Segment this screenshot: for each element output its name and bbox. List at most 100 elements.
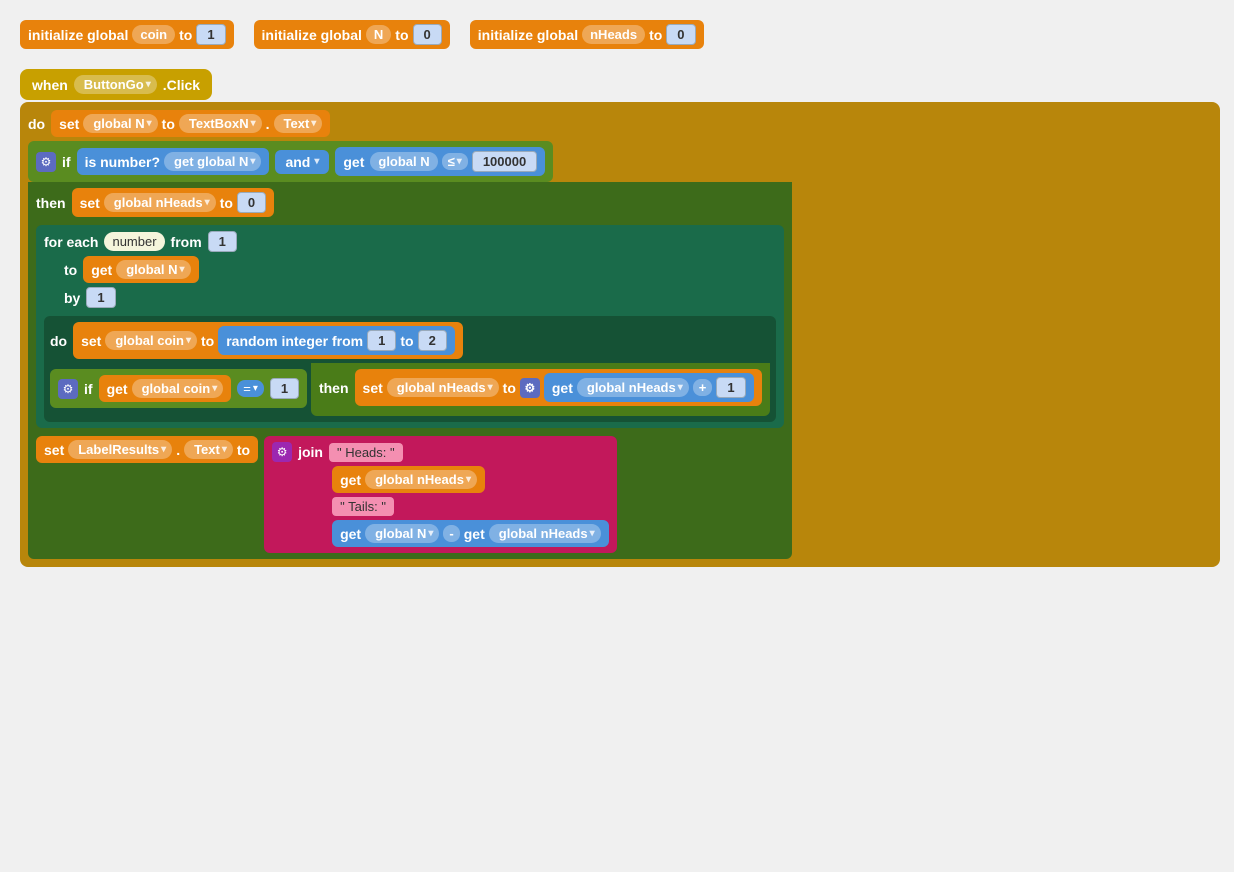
dot-label: . bbox=[266, 116, 270, 132]
get-n-label: get bbox=[91, 262, 112, 278]
to-coin: to bbox=[201, 333, 214, 349]
set-n-block[interactable]: set global N ▾ to TextBoxN ▾ . Text ▾ bbox=[51, 110, 330, 137]
number-var[interactable]: number bbox=[104, 232, 164, 251]
workspace: initialize global coin to 1 initialize g… bbox=[20, 20, 1220, 567]
str2-box[interactable]: " Tails: " bbox=[332, 497, 394, 516]
n-var[interactable]: N bbox=[366, 25, 391, 44]
global-coin-dd[interactable]: global coin ▾ bbox=[105, 331, 197, 350]
global-n-dropdown3[interactable]: global N ▾ bbox=[116, 260, 190, 279]
global-n-pill2[interactable]: global N bbox=[370, 152, 437, 171]
set-coin-row: do set global coin ▾ to random integer f… bbox=[50, 322, 770, 359]
random-from[interactable]: 1 bbox=[367, 330, 396, 351]
from-label: from bbox=[171, 234, 202, 250]
buttonGo-dropdown[interactable]: ButtonGo ▾ bbox=[74, 75, 157, 94]
text-prop-dropdown[interactable]: Text ▾ bbox=[274, 114, 323, 133]
set-nheads-plus-block[interactable]: set global nHeads ▾ to ⚙ get bbox=[355, 369, 762, 406]
comparison-block[interactable]: get global N ≤ ▾ 100000 bbox=[335, 147, 545, 176]
global-n-math-dd[interactable]: global N ▾ bbox=[365, 524, 439, 543]
n-minus-nheads-block[interactable]: get global N ▾ - get global nHeads ▾ bbox=[332, 520, 609, 547]
inner-if-row: ⚙ if get global coin ▾ = ▾ 1 bbox=[50, 369, 307, 408]
set-label-results-row: set LabelResults ▾ . Text ▾ to ⚙ bbox=[36, 436, 784, 553]
textboxn-dropdown[interactable]: TextBoxN ▾ bbox=[179, 114, 262, 133]
to-label: to bbox=[64, 262, 77, 278]
join-nheads-row: get global nHeads ▾ bbox=[332, 466, 485, 493]
set-nheads-prefix2: set bbox=[363, 380, 383, 396]
when-label: when bbox=[32, 77, 68, 93]
do-label: do bbox=[28, 116, 45, 132]
dot-label2: . bbox=[176, 442, 180, 458]
add-one[interactable]: 1 bbox=[716, 377, 745, 398]
gear-icon-if[interactable]: ⚙ bbox=[36, 152, 56, 172]
by-val[interactable]: 1 bbox=[86, 287, 115, 308]
do-label2: do bbox=[50, 333, 67, 349]
set-coin-block[interactable]: set global coin ▾ to random integer from… bbox=[73, 322, 463, 359]
nheads-plus-1[interactable]: get global nHeads ▾ + 1 bbox=[544, 373, 754, 402]
set-nheads-0[interactable]: set global nHeads ▾ to 0 bbox=[72, 188, 275, 217]
to-nheads2: to bbox=[503, 380, 516, 396]
random-to[interactable]: 2 bbox=[418, 330, 447, 351]
get-nheads-join-label: get bbox=[340, 472, 361, 488]
nheads-var[interactable]: nHeads bbox=[582, 25, 645, 44]
init-label-coin: initialize global bbox=[28, 27, 128, 43]
limit-value[interactable]: 100000 bbox=[472, 151, 537, 172]
global-nheads-dd3[interactable]: global nHeads ▾ bbox=[577, 378, 689, 397]
join-label: join bbox=[298, 444, 323, 460]
global-nheads-math-dd[interactable]: global nHeads ▾ bbox=[489, 524, 601, 543]
and-label: and bbox=[285, 154, 310, 170]
to-nheads: to bbox=[220, 195, 233, 211]
join-str2-row: " Tails: " bbox=[332, 497, 394, 516]
get-nheads-join[interactable]: get global nHeads ▾ bbox=[332, 466, 485, 493]
init-label-nheads: initialize global bbox=[478, 27, 578, 43]
then-container: then set global nHeads ▾ to 0 bbox=[28, 182, 792, 559]
gear-icon-join[interactable]: ⚙ bbox=[272, 442, 292, 462]
random-to-label: to bbox=[400, 333, 413, 349]
set-coin-prefix: set bbox=[81, 333, 101, 349]
global-n-dropdown[interactable]: global N ▾ bbox=[83, 114, 157, 133]
coin-value[interactable]: 1 bbox=[196, 24, 225, 45]
str1-box[interactable]: " Heads: " bbox=[329, 443, 403, 462]
get-n-label2: get bbox=[343, 154, 364, 170]
global-coin-dd2[interactable]: global coin ▾ bbox=[132, 379, 224, 398]
global-nheads-dd2[interactable]: global nHeads ▾ bbox=[387, 378, 499, 397]
set-label-prefix: set bbox=[44, 442, 64, 458]
label-results-dd[interactable]: LabelResults ▾ bbox=[68, 440, 172, 459]
inner-then-label: then bbox=[319, 380, 349, 396]
get-nheads-label: get bbox=[552, 380, 573, 396]
from-val[interactable]: 1 bbox=[208, 231, 237, 252]
random-int-block[interactable]: random integer from 1 to 2 bbox=[218, 326, 455, 355]
nheads-value[interactable]: 0 bbox=[666, 24, 695, 45]
get-global-n-block[interactable]: get global N ▾ bbox=[83, 256, 198, 283]
when-block[interactable]: when ButtonGo ▾ .Click bbox=[20, 69, 212, 100]
global-nheads-join-dd[interactable]: global nHeads ▾ bbox=[365, 470, 477, 489]
get-coin-block[interactable]: get global coin ▾ bbox=[99, 375, 232, 402]
global-nheads-dd[interactable]: global nHeads ▾ bbox=[104, 193, 216, 212]
get-coin-label: get bbox=[107, 381, 128, 397]
nheads-0-val[interactable]: 0 bbox=[237, 192, 266, 213]
eq-op[interactable]: = ▾ bbox=[237, 380, 264, 397]
text-prop-dd2[interactable]: Text ▾ bbox=[184, 440, 233, 459]
gear-icon-math[interactable]: ⚙ bbox=[520, 378, 540, 398]
outer-do-wrapper: do set global N ▾ to TextBoxN ▾ . Text ▾ bbox=[20, 102, 1220, 567]
lte-op[interactable]: ≤ ▾ bbox=[442, 153, 468, 170]
get-n-dropdown1[interactable]: get global N ▾ bbox=[164, 152, 261, 171]
plus-op: + bbox=[693, 379, 713, 396]
init-global-coin[interactable]: initialize global coin to 1 bbox=[20, 20, 234, 49]
for-each-container: for each number from 1 to get global N ▾ bbox=[36, 225, 784, 428]
coin-eq-val[interactable]: 1 bbox=[270, 378, 299, 399]
init-global-nheads[interactable]: initialize global nHeads to 0 bbox=[470, 20, 704, 49]
init-global-n[interactable]: initialize global N to 0 bbox=[254, 20, 450, 49]
gear-icon-if2[interactable]: ⚙ bbox=[58, 379, 78, 399]
if-condition-row: ⚙ if is number? get global N ▾ and ▾ bbox=[28, 141, 553, 182]
coin-var[interactable]: coin bbox=[132, 25, 175, 44]
inner-then-container: then set global nHeads ▾ to ⚙ ge bbox=[311, 363, 770, 416]
set-n-row: do set global N ▾ to TextBoxN ▾ . Text ▾ bbox=[28, 110, 1212, 137]
get-n-math-label: get bbox=[340, 526, 361, 542]
is-number-block[interactable]: is number? get global N ▾ bbox=[77, 148, 270, 175]
top-row: initialize global coin to 1 initialize g… bbox=[20, 20, 1220, 49]
and-block[interactable]: and ▾ bbox=[275, 150, 329, 174]
random-label: random integer from bbox=[226, 333, 363, 349]
set-nheads-prefix: set bbox=[80, 195, 100, 211]
set-label-results-block[interactable]: set LabelResults ▾ . Text ▾ to bbox=[36, 436, 258, 463]
n-value[interactable]: 0 bbox=[413, 24, 442, 45]
if-green-container: ⚙ if is number? get global N ▾ and ▾ bbox=[28, 141, 1212, 559]
